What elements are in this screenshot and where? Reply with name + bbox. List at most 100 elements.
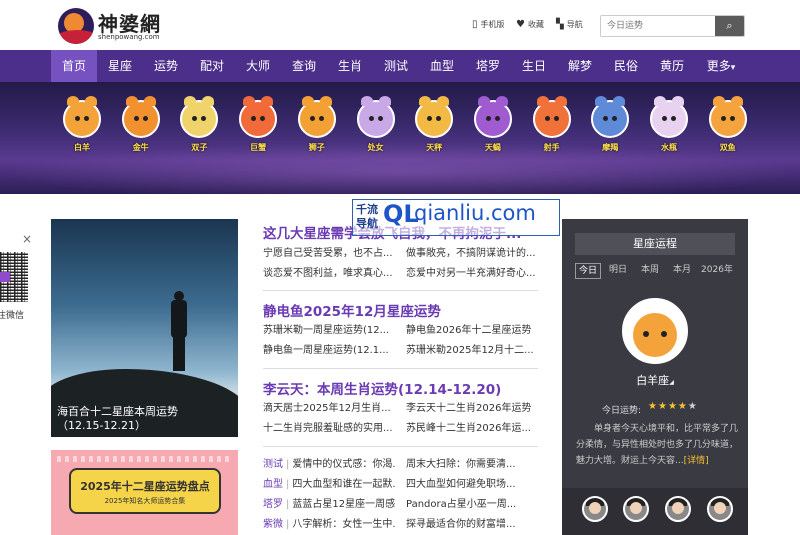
search-box: ⌕ (600, 15, 745, 37)
fortune-description: 单身者今天心境平和，比平常多了几分柔情，与异性相处时也多了几分味道，魅力大增。财… (576, 424, 739, 466)
zodiac-icon (532, 96, 571, 138)
section-headline[interactable]: 静电鱼2025年12月星座运势 (263, 300, 538, 320)
qr-code (0, 252, 28, 302)
avatar[interactable] (582, 496, 608, 522)
promo-banner[interactable]: 2025年十二星座运势盘点 2025年知名大师运势合集 (51, 450, 238, 535)
zodiac-sign[interactable]: 处女 (354, 96, 398, 153)
divider (263, 368, 538, 369)
nav-item-shengri[interactable]: 生日 (511, 50, 557, 82)
zodiac-sign[interactable]: 天蝎 (471, 96, 515, 153)
list-item[interactable]: 八字解析：女性一生中... (292, 519, 395, 530)
more-link[interactable]: [详情] (684, 456, 709, 466)
category-row: 塔罗 | 蓝蓝占星12星座一周感... Pandora占星小巫一周... (263, 495, 538, 515)
fortune-tabs: 今日 明日 本周 本月 2026年 (575, 263, 740, 279)
list-item[interactable]: 四大血型如何避免职场... (406, 475, 538, 495)
mobile-icon: ▯ (472, 19, 478, 30)
caret-icon: ◢ (669, 379, 674, 386)
category-tag[interactable]: 血型 (263, 479, 283, 490)
sign-avatar[interactable] (622, 298, 688, 364)
tab-week[interactable]: 本周 (637, 263, 663, 279)
zodiac-sign[interactable]: 射手 (530, 96, 574, 153)
nav-item-xuexing[interactable]: 血型 (419, 50, 465, 82)
nav-item-home[interactable]: 首页 (51, 50, 97, 82)
nav-item-peidui[interactable]: 配对 (189, 50, 235, 82)
list-item[interactable]: 爱情中的仪式感：你渴... (292, 459, 395, 470)
zodiac-sign[interactable]: 金牛 (119, 96, 163, 153)
promo-title: 2025年十二星座运势盘点 (80, 480, 210, 493)
zodiac-label: 双子 (191, 143, 208, 152)
avatar[interactable] (623, 496, 649, 522)
featured-image[interactable]: 海百合十二星座本周运势 （12.15-12.21） (51, 219, 238, 437)
zodiac-sign[interactable]: 狮子 (295, 96, 339, 153)
search-button[interactable]: ⌕ (715, 16, 744, 36)
grid-icon: ▚ (556, 19, 564, 30)
zodiac-sign[interactable]: 水瓶 (647, 96, 691, 153)
list-item[interactable]: 探寻最适合你的财富增... (406, 515, 538, 535)
category-tag[interactable]: 塔罗 (263, 499, 283, 510)
featured-caption: 海百合十二星座本周运势 （12.15-12.21） (57, 405, 178, 432)
zodiac-icon (591, 96, 630, 138)
nav-item-huangli[interactable]: 黄历 (649, 50, 695, 82)
list-item[interactable]: Pandora占星小巫一周... (406, 495, 538, 515)
nav-item-shengxiao[interactable]: 生肖 (327, 50, 373, 82)
zodiac-label: 白羊 (74, 143, 90, 152)
qr-label: 关注微信 (0, 311, 25, 321)
zodiac-sign[interactable]: 双子 (177, 96, 221, 153)
nav-item-xingzuo[interactable]: 星座 (97, 50, 143, 82)
category-row: 测试 | 爱情中的仪式感：你渴... 周末大扫除：你需要清... (263, 455, 538, 475)
zodiac-sign[interactable]: 天秤 (412, 96, 456, 153)
list-item: 静电鱼一周星座运势(12.1... 苏珊米勒2025年12月十二... (263, 345, 534, 356)
zodiac-label: 天秤 (426, 143, 443, 152)
category-row: 紫微 | 八字解析：女性一生中... 探寻最适合你的财富增... (263, 515, 538, 535)
category-tag[interactable]: 紫微 (263, 519, 283, 530)
fortune-panel: 星座运程 今日 明日 本周 本月 2026年 白羊座◢ 今日运势: ★★★★★ … (562, 219, 748, 535)
zodiac-label: 处女 (367, 143, 384, 152)
nav-item-jiemeng[interactable]: 解梦 (557, 50, 603, 82)
sign-selector[interactable]: 白羊座◢ (562, 372, 748, 388)
watermark-small: 千流导航 (356, 203, 378, 230)
zodiac-icon (180, 96, 219, 138)
list-item[interactable]: 蓝蓝占星12星座一周感... (292, 499, 395, 510)
category-tag[interactable]: 测试 (263, 459, 283, 470)
zodiac-icon (297, 96, 336, 138)
heart-icon: ♥ (516, 19, 525, 30)
navigation-link[interactable]: ▚ 导航 (556, 19, 583, 30)
site-logo[interactable]: 神婆網 shenpowang.com (58, 8, 168, 44)
section-headline[interactable]: 李云天：本周生肖运势(12.14-12.20) (263, 378, 538, 398)
list-item[interactable]: 四大血型和谁在一起默... (292, 479, 395, 490)
nav-item-dashi[interactable]: 大师 (235, 50, 281, 82)
list-item: 谈恋爱不图利益，唯求真心... 恋爱中对另一半充满好奇心... (263, 268, 536, 279)
master-avatars (562, 488, 748, 535)
nav-item-minsu[interactable]: 民俗 (603, 50, 649, 82)
nav-item-yunshi[interactable]: 运势 (143, 50, 189, 82)
list-item: 滴天居士2025年12月生肖... 李云天十二生肖2026年运势 (263, 403, 532, 414)
zodiac-label: 巨蟹 (250, 143, 267, 152)
watermark-url: qianliu.com (414, 201, 536, 225)
nav-item-taluo[interactable]: 塔罗 (465, 50, 511, 82)
zodiac-sign[interactable]: 双鱼 (706, 96, 750, 153)
avatar[interactable] (707, 496, 733, 522)
zodiac-sign[interactable]: 白羊 (60, 96, 104, 153)
star-icon: ★ (657, 401, 668, 412)
mobile-link[interactable]: ▯ 手机版 (472, 19, 505, 30)
close-icon[interactable]: × (22, 232, 32, 246)
nav-item-chaxun[interactable]: 查询 (281, 50, 327, 82)
favorite-link[interactable]: ♥ 收藏 (516, 19, 544, 30)
zodiac-sign[interactable]: 摩羯 (588, 96, 632, 153)
list-item[interactable]: 周末大扫除：你需要清... (406, 455, 538, 475)
zodiac-sign[interactable]: 巨蟹 (236, 96, 280, 153)
nav-item-ceshi[interactable]: 测试 (373, 50, 419, 82)
tab-month[interactable]: 本月 (669, 263, 695, 279)
zodiac-icon (650, 96, 688, 138)
tab-today[interactable]: 今日 (575, 263, 601, 279)
search-input[interactable] (601, 16, 717, 36)
tab-year[interactable]: 2026年 (699, 263, 735, 279)
avatar[interactable] (665, 496, 691, 522)
category-row: 血型 | 四大血型和谁在一起默... 四大血型如何避免职场... (263, 475, 538, 495)
nav-item-more[interactable]: 更多▾ (695, 50, 747, 82)
zodiac-label: 狮子 (308, 143, 325, 152)
tab-tomorrow[interactable]: 明日 (605, 263, 631, 279)
zodiac-icon (473, 96, 512, 138)
logo-emblem (58, 8, 94, 44)
wechat-qr-panel: × 关注微信 (0, 232, 36, 322)
